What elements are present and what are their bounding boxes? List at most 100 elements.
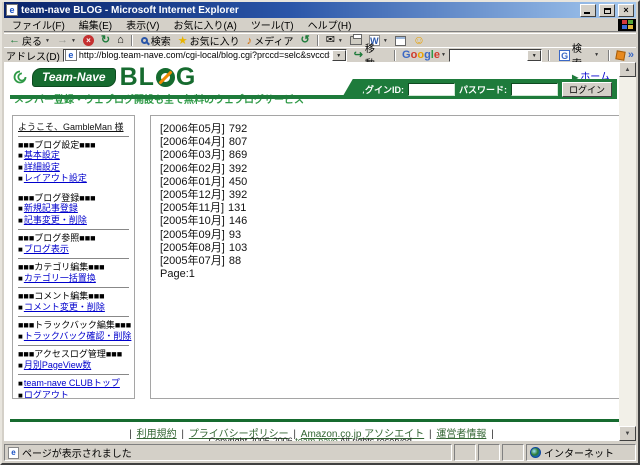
menu-edit[interactable]: 編集(E) <box>72 16 119 33</box>
site-logo[interactable]: Team-Nave BL G <box>12 65 196 89</box>
go-button[interactable]: ↪ 移動 <box>350 49 388 62</box>
minimize-icon <box>584 12 590 14</box>
back-button[interactable]: ← 戻る ▼ <box>6 34 53 47</box>
archive-month: [2005年09月] <box>160 229 225 241</box>
more-buttons-chevron[interactable]: » <box>628 49 634 61</box>
login-button[interactable]: ログイン <box>562 82 612 97</box>
password-input[interactable] <box>511 83 558 96</box>
google-search-dropdown-icon[interactable]: ▼ <box>594 52 599 58</box>
sidebar-link[interactable]: team-nave CLUBトップ <box>24 378 120 388</box>
highlighter-icon[interactable] <box>615 50 625 60</box>
forward-dropdown-icon[interactable]: ▼ <box>71 38 76 44</box>
sidebar-item-trackback-confirm-delete[interactable]: ■トラックバック確認・削除 <box>18 331 129 343</box>
history-icon: ↺ <box>300 35 309 46</box>
close-button[interactable]: × <box>618 4 634 17</box>
sidebar-link[interactable]: 基本設定 <box>24 150 60 160</box>
home-button[interactable]: ⌂ <box>114 34 127 47</box>
archive-row: [2006年05月]792 <box>160 123 612 136</box>
sidebar-link[interactable]: レイアウト設定 <box>24 173 87 183</box>
google-search-input[interactable]: ▼ <box>449 49 542 62</box>
sidebar-link[interactable]: ブログ表示 <box>24 244 69 254</box>
address-dropdown-icon[interactable]: ▼ <box>332 50 346 61</box>
discuss-button[interactable] <box>392 34 409 47</box>
pagination: Page:1 <box>160 268 612 281</box>
sidebar-item-monthly-pageview[interactable]: ■月別PageView数 <box>18 360 129 372</box>
status-message-pane: e ページが表示されました <box>4 444 452 461</box>
mail-button[interactable]: ✉ ▼ <box>323 34 346 47</box>
menu-help[interactable]: ヘルプ(H) <box>301 16 359 33</box>
media-button[interactable]: ♪ メディア <box>244 34 297 47</box>
sidebar-item-basic-settings[interactable]: ■基本設定 <box>18 150 129 162</box>
sidebar-item-category-replace[interactable]: ■カテゴリ一括置換 <box>18 273 129 285</box>
archive-count: 792 <box>229 123 247 135</box>
forward-button[interactable]: → ▼ <box>54 34 79 47</box>
google-dropdown-icon[interactable]: ▼ <box>441 52 446 58</box>
sidebar-item-layout-settings[interactable]: ■レイアウト設定 <box>18 173 129 185</box>
welcome-message[interactable]: ようこそ、GambleMan 様 <box>18 122 129 133</box>
google-letter: g <box>424 49 431 61</box>
bullet-icon: ■ <box>18 361 23 370</box>
sidebar-link[interactable]: 詳細設定 <box>24 162 60 172</box>
sidebar-link[interactable]: カテゴリ一括置換 <box>24 273 96 283</box>
address-input[interactable]: e http://blog.team-nave.com/cgi-local/bl… <box>63 49 347 62</box>
sidebar-link[interactable]: ログアウト <box>24 390 69 400</box>
google-search-button[interactable]: G 検索 ▼ <box>556 49 602 62</box>
history-button[interactable]: ↺ <box>297 34 312 47</box>
bullet-icon: ■ <box>18 303 23 312</box>
blog-wordmark: BL G <box>120 63 197 92</box>
refresh-button[interactable]: ↻ <box>98 34 113 47</box>
brand-badge: Team-Nave <box>32 68 116 87</box>
google-letter: o <box>411 49 418 61</box>
sidebar-item-logout[interactable]: ■ログアウト <box>18 390 129 400</box>
copyright-link[interactable]: team-nave <box>295 436 338 441</box>
sidebar-link[interactable]: 月別PageView数 <box>24 360 91 370</box>
sidebar-item-detail-settings[interactable]: ■詳細設定 <box>18 162 129 174</box>
bullet-icon: ■ <box>18 274 23 283</box>
scroll-down-icon[interactable]: ▼ <box>619 426 636 441</box>
google-input-dropdown-icon[interactable]: ▼ <box>527 50 541 61</box>
menu-view[interactable]: 表示(V) <box>119 16 166 33</box>
status-message: ページが表示されました <box>22 445 132 460</box>
sidebar-link[interactable]: 新規記事登録 <box>24 203 78 213</box>
divider <box>18 345 129 346</box>
zone-label: インターネット <box>544 445 614 460</box>
minimize-button[interactable] <box>580 4 596 17</box>
scroll-up-icon[interactable]: ▲ <box>619 62 636 77</box>
login-id-input[interactable] <box>408 83 455 96</box>
bullet-icon: ■ <box>18 245 23 254</box>
mail-dropdown-icon[interactable]: ▼ <box>338 38 343 44</box>
login-bar: ログインID: パスワード: ログイン <box>356 79 617 99</box>
search-icon <box>141 37 148 44</box>
menu-tools[interactable]: ツール(T) <box>244 16 301 33</box>
bullet-icon: ■ <box>18 332 23 341</box>
sidebar-item-edit-delete-comments[interactable]: ■コメント変更・削除 <box>18 302 129 314</box>
vertical-scrollbar[interactable]: ▲ ▼ <box>619 62 636 441</box>
sidebar-item-edit-delete-post[interactable]: ■記事変更・削除 <box>18 215 129 227</box>
sidebar-item-club-top[interactable]: ■team-nave CLUBトップ <box>18 378 129 390</box>
globe-icon <box>530 447 541 458</box>
back-dropdown-icon[interactable]: ▼ <box>45 38 50 44</box>
archive-count: 103 <box>229 242 247 254</box>
sidebar-section-header: ■■■アクセスログ管理■■■ <box>18 349 129 360</box>
stop-button[interactable]: × <box>80 34 97 47</box>
archive-month: [2006年01月] <box>160 176 225 188</box>
print-button[interactable] <box>347 34 365 47</box>
sidebar-item-view-blog[interactable]: ■ブログ表示 <box>18 244 129 256</box>
sidebar-menu: ようこそ、GambleMan 様 ■■■ブログ設定■■■ ■基本設定 ■詳細設定… <box>12 115 135 399</box>
favorites-button[interactable]: ★ お気に入り <box>175 34 243 47</box>
sidebar-item-new-post[interactable]: ■新規記事登録 <box>18 203 129 215</box>
sidebar-section-header: ■■■トラックバック編集■■■ <box>18 320 129 331</box>
restore-button[interactable] <box>599 4 615 17</box>
menu-favorites[interactable]: お気に入り(A) <box>166 16 243 33</box>
media-label: メディア <box>254 33 293 48</box>
sidebar-link[interactable]: 記事変更・削除 <box>24 215 87 225</box>
sidebar-link[interactable]: コメント変更・削除 <box>24 302 105 312</box>
search-button[interactable]: 検索 <box>137 34 174 47</box>
menu-file[interactable]: ファイル(F) <box>5 16 72 33</box>
archive-month: [2005年10月] <box>160 215 225 227</box>
sidebar-link[interactable]: トラックバック確認・削除 <box>24 331 132 341</box>
archive-month: [2005年11月] <box>160 202 224 214</box>
archive-row: [2005年08月]103 <box>160 242 612 255</box>
google-logo[interactable]: G o o g l e ▼ <box>402 49 446 61</box>
messenger-button[interactable]: ☺ <box>410 34 428 47</box>
